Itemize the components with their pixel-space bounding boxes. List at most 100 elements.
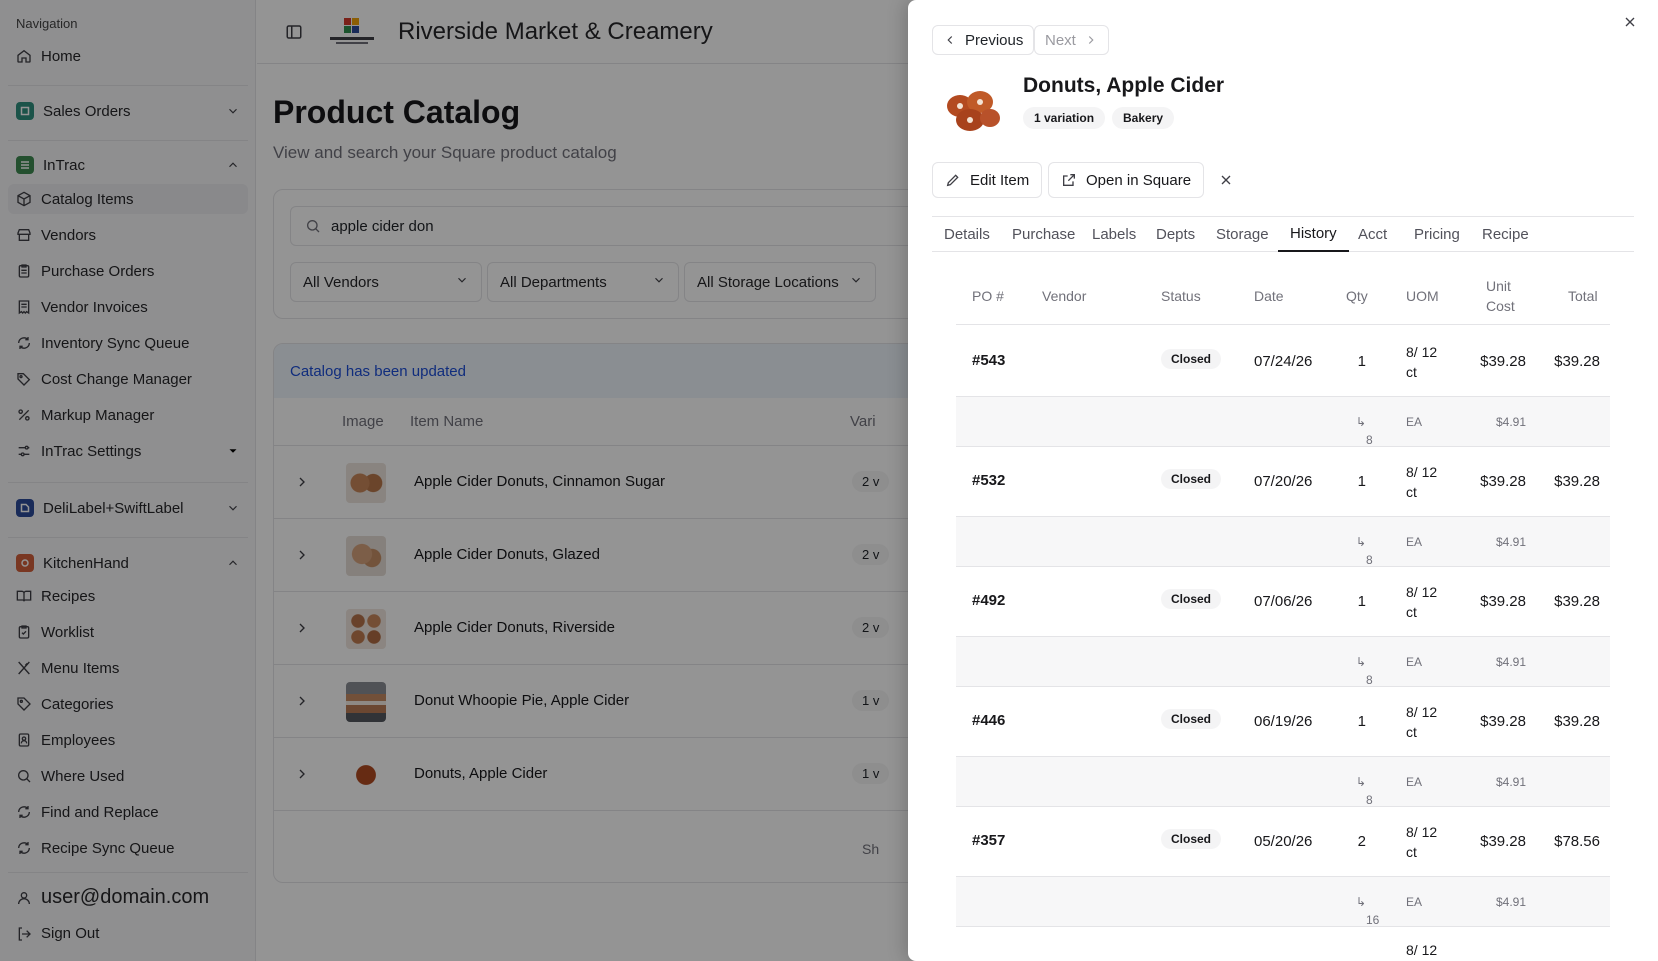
history-sub-row: ↳ 8 EA $4.91 xyxy=(956,757,1610,807)
edit-item-label: Edit Item xyxy=(970,171,1030,189)
uom: 8/ 12 ct xyxy=(1406,822,1446,860)
history-sub-row: ↳ 8 EA $4.91 xyxy=(956,517,1610,567)
sub-unit-cost: $4.91 xyxy=(1495,775,1526,789)
col-status: Status xyxy=(1161,288,1201,304)
uom: 8/ 12 ct xyxy=(1406,462,1446,500)
history-row[interactable]: #532NorthfieldCreekClosed07/20/2618/ 12c… xyxy=(956,445,1610,517)
col-unit-cost-line1: Unit xyxy=(1486,278,1511,294)
external-link-icon xyxy=(1063,174,1075,186)
po-date: 07/06/26 xyxy=(1254,593,1313,610)
item-image xyxy=(940,82,1004,138)
unit-cost: $39.28 xyxy=(1480,833,1526,850)
item-detail-drawer: Previous Next Donuts, Apple Cider 1 vari… xyxy=(908,0,1658,961)
col-vendor: Vendor xyxy=(1042,288,1087,304)
previous-button[interactable]: Previous xyxy=(932,25,1035,55)
uom-line2: ct xyxy=(1406,364,1417,380)
history-sub-row: ↳ 8 EA $4.91 xyxy=(956,637,1610,687)
unit-cost: $39.28 xyxy=(1480,593,1526,610)
col-qty: Qty xyxy=(1346,288,1368,304)
col-total: Total xyxy=(1568,288,1598,304)
line-total: $39.28 xyxy=(1554,593,1600,610)
sub-quantity: ↳ 8 xyxy=(1355,415,1373,447)
col-uom: UOM xyxy=(1406,288,1439,304)
po-number[interactable]: #532 xyxy=(972,472,1005,489)
po-date: 07/24/26 xyxy=(1254,353,1313,370)
uom-line1: 8/ 12 xyxy=(1406,704,1438,720)
history-sub-row: ↳ 16 EA $4.91 xyxy=(956,877,1610,927)
uom-line1: 8/ 12 xyxy=(1406,344,1438,360)
sub-quantity: ↳ 8 xyxy=(1355,535,1373,567)
status-badge: Closed xyxy=(1161,589,1222,609)
pencil-icon xyxy=(946,174,959,187)
uom-line1: 8/ 12 xyxy=(1406,824,1438,840)
open-in-square-label: Open in Square xyxy=(1086,171,1192,189)
chevron-left-icon xyxy=(947,36,953,44)
line-total: $39.28 xyxy=(1554,713,1600,730)
status-badge: Closed xyxy=(1161,709,1222,729)
sub-uom: EA xyxy=(1406,895,1423,909)
tab-purchase[interactable]: Purchase xyxy=(1000,217,1087,252)
unit-cost: $39.28 xyxy=(1480,713,1526,730)
chevron-right-icon xyxy=(1088,36,1094,44)
history-row[interactable]: #446NorthfieldCreekClosed06/19/2618/ 12c… xyxy=(956,685,1610,757)
status-badge: Closed xyxy=(1161,349,1222,369)
sub-quantity: ↳ 16 xyxy=(1355,895,1380,927)
po-number[interactable]: #446 xyxy=(972,712,1005,729)
tab-pricing[interactable]: Pricing xyxy=(1402,217,1472,252)
previous-label: Previous xyxy=(965,31,1024,49)
unit-cost: $39.28 xyxy=(1480,473,1526,490)
tab-recipe[interactable]: Recipe xyxy=(1470,217,1541,252)
close-icon[interactable] xyxy=(1218,172,1234,188)
tab-acct[interactable]: Acct xyxy=(1346,217,1399,252)
po-number[interactable]: #492 xyxy=(972,592,1005,609)
quantity: 1 xyxy=(1357,593,1366,610)
line-total: $39.28 xyxy=(1554,473,1600,490)
uom-line2: ct xyxy=(1406,844,1417,860)
tab-labels[interactable]: Labels xyxy=(1080,217,1148,252)
sub-unit-cost: $4.91 xyxy=(1495,415,1526,429)
uom-line1: 8/ 12 xyxy=(1406,584,1438,600)
quantity: 1 xyxy=(1357,713,1366,730)
col-date: Date xyxy=(1254,288,1284,304)
history-row[interactable]: #357NorthfieldCreekClosed05/20/2628/ 12c… xyxy=(956,805,1610,877)
sub-uom: EA xyxy=(1406,415,1423,429)
history-header: PO # Vendor Status Date Qty UOM Unit Cos… xyxy=(956,270,1610,325)
uom: 8/ 12 ct xyxy=(1406,342,1446,380)
unit-cost: $39.28 xyxy=(1480,353,1526,370)
quantity: 1 xyxy=(1357,473,1366,490)
detail-tabs: Details Purchase Labels Depts Storage Hi… xyxy=(932,216,1634,252)
history-sub-row: ↳ 8 EA $4.91 xyxy=(956,397,1610,447)
po-date: 05/20/26 xyxy=(1254,833,1313,850)
next-button[interactable]: Next xyxy=(1034,25,1109,55)
sub-uom: EA xyxy=(1406,775,1423,789)
uom-line2: ct xyxy=(1406,484,1417,500)
uom-line2: ct xyxy=(1406,604,1417,620)
uom-line2: ct xyxy=(1406,724,1417,740)
sub-quantity-value: 16 xyxy=(1366,913,1380,927)
quantity: 2 xyxy=(1357,833,1366,850)
sub-unit-cost: $4.91 xyxy=(1495,535,1526,549)
quantity: 1 xyxy=(1357,353,1366,370)
tab-depts[interactable]: Depts xyxy=(1144,217,1207,252)
close-drawer-icon[interactable] xyxy=(1622,14,1638,30)
tab-details[interactable]: Details xyxy=(932,217,1002,252)
tab-history[interactable]: History xyxy=(1278,217,1349,252)
po-date: 06/19/26 xyxy=(1254,713,1313,730)
uom-line1: 8/ 12 xyxy=(1406,464,1438,480)
sub-uom: EA xyxy=(1406,535,1423,549)
history-row[interactable]: #492NorthfieldCreekClosed07/06/2618/ 12c… xyxy=(956,565,1610,637)
tab-storage[interactable]: Storage xyxy=(1204,217,1281,252)
sub-unit-cost: $4.91 xyxy=(1495,655,1526,669)
uom: 8/ 12 ct xyxy=(1406,702,1446,740)
col-po: PO # xyxy=(972,288,1004,304)
history-row[interactable]: #543NorthfieldCreekClosed07/24/2618/ 12c… xyxy=(956,325,1610,397)
variation-count-chip: 1 variation xyxy=(1023,107,1106,129)
sub-quantity: ↳ 8 xyxy=(1355,775,1373,807)
next-label: Next xyxy=(1045,31,1076,49)
category-chip: Bakery xyxy=(1112,107,1175,129)
line-total: $78.56 xyxy=(1554,833,1600,850)
po-number[interactable]: #543 xyxy=(972,352,1005,369)
edit-item-button[interactable]: Edit Item xyxy=(932,162,1043,198)
po-number[interactable]: #357 xyxy=(972,832,1005,849)
open-in-square-button[interactable]: Open in Square xyxy=(1048,162,1205,198)
